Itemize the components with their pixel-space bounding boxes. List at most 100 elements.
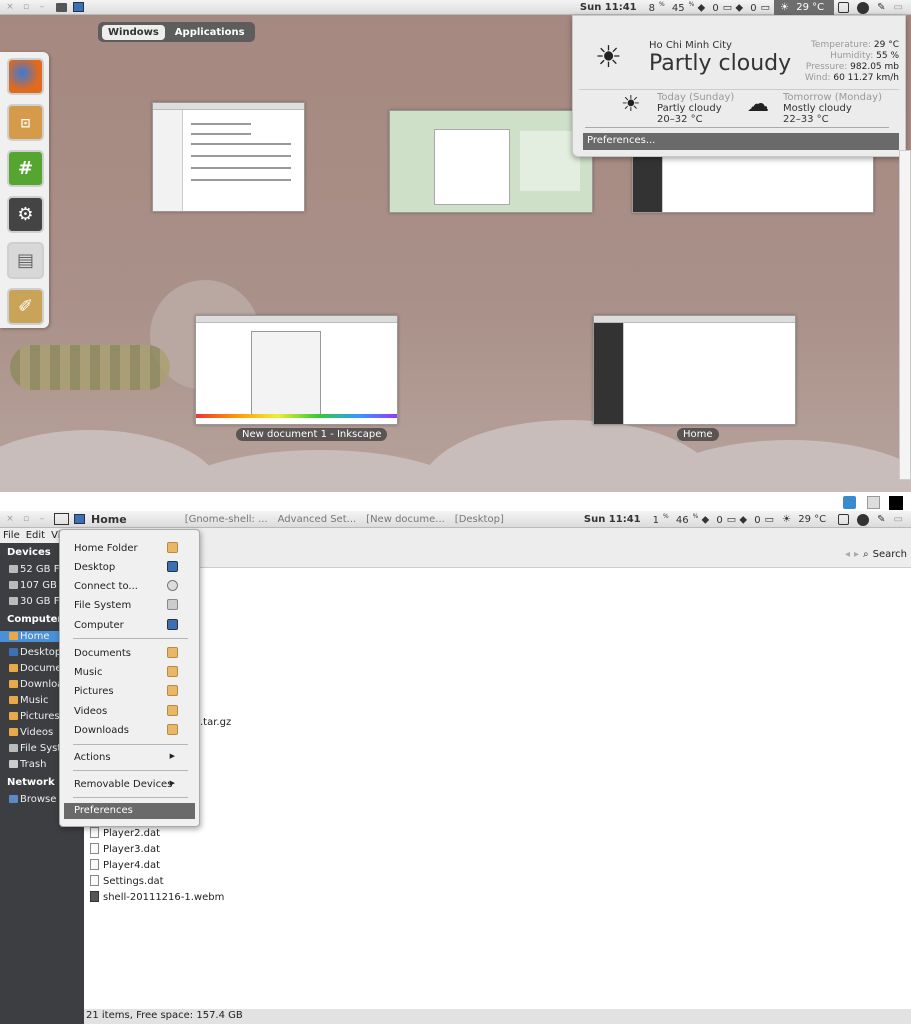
accessibility-icon[interactable]	[853, 513, 873, 526]
task-desktop[interactable]: [Desktop]	[455, 514, 504, 525]
window-list-icon[interactable]	[54, 513, 69, 525]
window-thumbnail-settings[interactable]	[152, 102, 305, 212]
task-advanced-settings[interactable]: Advanced Set...	[278, 514, 357, 525]
paint-icon[interactable]: ✐	[7, 288, 44, 325]
caption-inkscape[interactable]: New document 1 - Inkscape	[236, 428, 388, 441]
chat-icon[interactable]: ▭	[890, 514, 907, 525]
places-menu: Home Folder Desktop Connect to... File S…	[59, 529, 200, 827]
chat-icon[interactable]: ▭	[890, 2, 907, 13]
desktop-icon[interactable]	[74, 514, 85, 524]
clock[interactable]: Sun 11:41	[576, 2, 641, 13]
menu-item-computer[interactable]: Computer	[74, 619, 189, 631]
firefox-icon[interactable]	[7, 58, 44, 95]
folder-icon	[167, 685, 178, 696]
menu-item-downloads[interactable]: Downloads	[74, 724, 189, 736]
sidebar-heading-network: Network	[7, 777, 55, 788]
cpu-indicator[interactable]: 1% 46% ◆ 0 ▭ ◆ 0 ▭	[645, 513, 778, 525]
menu-file[interactable]: File	[0, 530, 23, 541]
restore-icon[interactable]: ▫	[20, 2, 32, 12]
overview-tabs: Windows Applications	[98, 22, 255, 42]
weather-indicator[interactable]: ☀ 29 °C	[778, 514, 834, 525]
accessibility-icon[interactable]	[853, 1, 873, 14]
window-thumbnail-file-browser[interactable]	[632, 150, 874, 213]
archive-icon[interactable]: ⊡	[7, 104, 44, 141]
back-icon[interactable]: ◂	[845, 549, 850, 560]
computer-icon	[167, 619, 178, 630]
tray-strip	[0, 492, 911, 512]
list-item[interactable]: Player3.dat	[90, 843, 160, 855]
tray-app-icon[interactable]	[843, 496, 856, 509]
window-icon[interactable]	[834, 1, 853, 14]
menu-edit[interactable]: Edit	[23, 530, 48, 541]
weather-condition: Partly cloudy	[649, 51, 792, 76]
top-panel: × ▫ – Sun 11:41 8% 45% ◆ 0 ▭ ◆ 0 ▭ ☀ 29 °C…	[0, 0, 911, 15]
tab-applications[interactable]: Applications	[169, 25, 251, 40]
status-bar: 21 items, Free space: 157.4 GB	[84, 1009, 911, 1024]
hashtag-chat-icon[interactable]: #	[7, 150, 44, 187]
weather-preferences-button[interactable]: Preferences...	[583, 133, 899, 150]
weather-popup: ☀ Ho Chi Minh City Partly cloudy Tempera…	[572, 15, 906, 157]
weather-details: Temperature: 29 °C Humidity: 55 % Pressu…	[804, 40, 899, 83]
minimize-icon[interactable]: –	[36, 514, 48, 524]
list-item[interactable]: .tar.gz	[200, 717, 231, 728]
menu-item-removable-devices[interactable]: Removable Devices ▶	[74, 779, 189, 790]
tools-icon[interactable]: ✎	[873, 514, 889, 525]
list-item[interactable]: shell-20111216-1.webm	[90, 891, 224, 903]
forecast-today: Today (Sunday) Partly cloudy 20–32 °C	[657, 92, 735, 125]
dash: ⊡ # ⚙ ▤ ✐	[0, 52, 49, 328]
forecast-tomorrow: Tomorrow (Monday) Mostly cloudy 22–33 °C	[783, 92, 882, 125]
drive-icon	[167, 599, 178, 610]
close-icon[interactable]: ×	[4, 2, 16, 12]
weather-indicator[interactable]: ☀ 29 °C	[774, 0, 835, 15]
active-app-label[interactable]: Home	[91, 513, 127, 526]
weather-city: Ho Chi Minh City	[649, 40, 732, 51]
minimize-icon[interactable]: –	[36, 2, 48, 12]
menu-item-preferences[interactable]: Preferences	[64, 803, 195, 819]
menu-item-home-folder[interactable]: Home Folder	[74, 542, 189, 554]
folder-icon	[167, 724, 178, 735]
window-thumbnail-home[interactable]	[593, 315, 796, 425]
caption-home[interactable]: Home	[677, 428, 719, 441]
folder-icon	[167, 666, 178, 677]
network-icon	[167, 580, 178, 591]
close-icon[interactable]: ×	[4, 514, 16, 524]
list-item[interactable]: Settings.dat	[90, 875, 164, 887]
tab-windows[interactable]: Windows	[102, 24, 165, 40]
settings-icon[interactable]: ⚙	[7, 196, 44, 233]
tray-drive-icon[interactable]	[867, 496, 880, 509]
desktop-icon	[167, 561, 178, 572]
tray-terminal-icon[interactable]	[889, 496, 903, 510]
file-icon	[90, 875, 99, 886]
cpu-indicator[interactable]: 8% 45% ◆ 0 ▭ ◆ 0 ▭	[641, 1, 774, 13]
scarf-decoration	[10, 345, 170, 390]
overview-screen: × ▫ – Sun 11:41 8% 45% ◆ 0 ▭ ◆ 0 ▭ ☀ 29 °C…	[0, 0, 911, 492]
desktop-icon[interactable]	[73, 2, 84, 12]
task-gnome-shell[interactable]: [Gnome-shell: ...	[185, 514, 268, 525]
menu-item-desktop[interactable]: Desktop	[74, 561, 189, 573]
menu-item-documents[interactable]: Documents	[74, 647, 189, 659]
file-icon	[90, 843, 99, 854]
window-icon[interactable]	[834, 513, 853, 526]
list-item[interactable]: Player4.dat	[90, 859, 160, 871]
file-icon	[90, 827, 99, 838]
task-new-document[interactable]: [New docume...	[366, 514, 445, 525]
menu-separator	[73, 797, 188, 798]
menu-item-music[interactable]: Music	[74, 666, 189, 678]
window-thumbnail-gnome-shell[interactable]	[389, 110, 593, 213]
window-thumbnail-inkscape[interactable]	[195, 315, 398, 425]
menu-separator	[73, 744, 188, 745]
search-button[interactable]: ◂ ▸ ⌕ Search	[845, 549, 907, 560]
folder-icon[interactable]	[56, 2, 67, 12]
list-item[interactable]: Player2.dat	[90, 827, 160, 839]
forward-icon[interactable]: ▸	[854, 549, 859, 560]
menu-item-actions[interactable]: Actions ▶	[74, 752, 189, 763]
restore-icon[interactable]: ▫	[20, 514, 32, 524]
panel-status-area: Sun 11:41 8% 45% ◆ 0 ▭ ◆ 0 ▭ ☀ 29 °C ✎ ▭	[576, 0, 907, 15]
menu-item-file-system[interactable]: File System	[74, 599, 189, 611]
menu-item-videos[interactable]: Videos	[74, 705, 189, 717]
tools-icon[interactable]: ✎	[873, 2, 889, 13]
clock[interactable]: Sun 11:41	[580, 514, 645, 525]
drive-icon[interactable]: ▤	[7, 242, 44, 279]
menu-item-pictures[interactable]: Pictures	[74, 685, 189, 697]
menu-item-connect-to[interactable]: Connect to...	[74, 580, 189, 592]
